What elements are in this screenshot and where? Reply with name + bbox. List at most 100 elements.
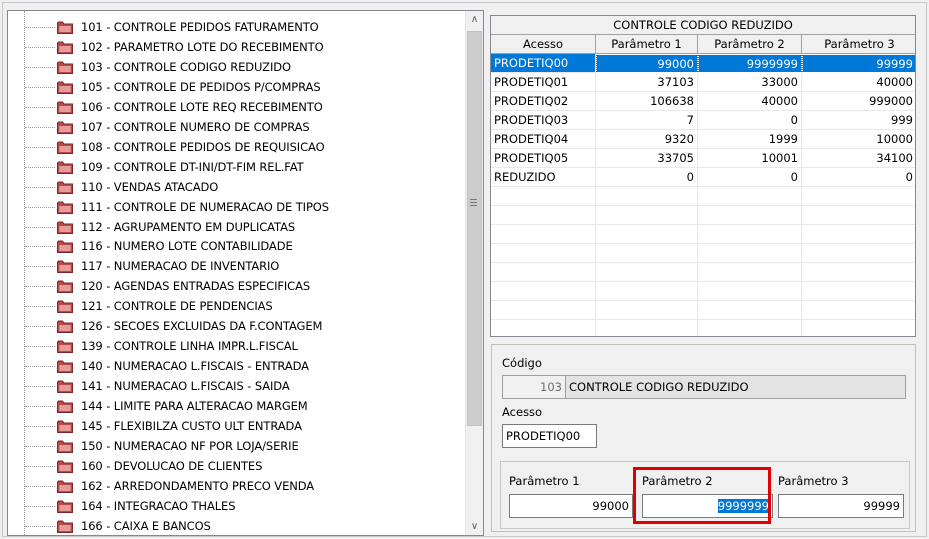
grid-cell-parametro-2[interactable]: 1999 <box>698 130 802 149</box>
grid-cell-acesso[interactable] <box>491 187 596 206</box>
grid-row[interactable]: PRODETIQ01 37103 33000 40000 <box>491 73 915 92</box>
grid-empty-row[interactable] <box>491 206 915 225</box>
grid-row[interactable]: PRODETIQ03 7 0 999 <box>491 111 915 130</box>
grid-cell-parametro-1[interactable]: 106638 <box>596 92 698 111</box>
grid-cell-parametro-1[interactable] <box>596 187 698 206</box>
grid-cell-parametro-2[interactable] <box>698 263 802 282</box>
grid-cell-parametro-1[interactable]: 7 <box>596 111 698 130</box>
grid-cell-parametro-2[interactable]: 40000 <box>698 92 802 111</box>
tree-item[interactable]: 102 - PARAMETRO LOTE DO RECEBIMENTO <box>8 37 465 57</box>
grid-row[interactable]: PRODETIQ04 9320 1999 10000 <box>491 130 915 149</box>
grid-empty-row[interactable] <box>491 301 915 320</box>
grid-empty-row[interactable] <box>491 244 915 263</box>
tree-item[interactable]: 166 - CAIXA E BANCOS <box>8 516 465 535</box>
tree-item[interactable]: 109 - CONTROLE DT-INI/DT-FIM REL.FAT <box>8 157 465 177</box>
grid-cell-acesso[interactable] <box>491 301 596 320</box>
column-header-parametro-3[interactable]: Parâmetro 3 <box>802 35 915 54</box>
tree-item[interactable]: 110 - VENDAS ATACADO <box>8 177 465 197</box>
grid-cell-acesso[interactable] <box>491 263 596 282</box>
grid-cell-parametro-2[interactable] <box>698 320 802 336</box>
grid-cell-acesso[interactable]: PRODETIQ02 <box>491 92 596 111</box>
grid-cell-parametro-3[interactable] <box>802 320 915 336</box>
grid-cell-acesso[interactable] <box>491 282 596 301</box>
grid-cell-parametro-3[interactable] <box>802 301 915 320</box>
parametro-2-field[interactable]: 9999999 <box>642 494 773 518</box>
column-header-parametro-1[interactable]: Parâmetro 1 <box>596 35 698 54</box>
grid-cell-acesso[interactable]: PRODETIQ01 <box>491 73 596 92</box>
tree-item[interactable]: 108 - CONTROLE PEDIDOS DE REQUISICAO <box>8 137 465 157</box>
tree-item[interactable]: 145 - FLEXIBILZA CUSTO ULT ENTRADA <box>8 416 465 436</box>
scroll-down-arrow-icon[interactable]: ∨ <box>466 518 483 535</box>
grid-cell-parametro-1[interactable]: 99000 <box>596 54 698 73</box>
grid-row[interactable]: PRODETIQ00 99000 9999999 99999 <box>491 54 915 73</box>
grid-cell-parametro-3[interactable]: 10000 <box>802 130 915 149</box>
tree-item[interactable]: 121 - CONTROLE DE PENDENCIAS <box>8 296 465 316</box>
tree-item[interactable]: 103 - CONTROLE CODIGO REDUZIDO <box>8 57 465 77</box>
grid-cell-acesso[interactable]: PRODETIQ04 <box>491 130 596 149</box>
grid-cell-parametro-2[interactable] <box>698 225 802 244</box>
column-header-acesso[interactable]: Acesso <box>491 35 596 54</box>
grid-cell-parametro-2[interactable] <box>698 244 802 263</box>
grid-cell-parametro-3[interactable]: 999000 <box>802 92 915 111</box>
parametro-1-field[interactable]: 99000 <box>509 494 633 518</box>
grid-cell-parametro-3[interactable]: 999 <box>802 111 915 130</box>
tree-item[interactable]: 139 - CONTROLE LINHA IMPR.L.FISCAL <box>8 336 465 356</box>
column-header-parametro-2[interactable]: Parâmetro 2 <box>698 35 802 54</box>
grid-cell-parametro-1[interactable]: 37103 <box>596 73 698 92</box>
tree-item[interactable]: 107 - CONTROLE NUMERO DE COMPRAS <box>8 117 465 137</box>
parameter-grid[interactable]: CONTROLE CODIGO REDUZIDO Acesso Parâmetr… <box>490 15 916 337</box>
grid-row[interactable]: REDUZIDO 0 0 0 <box>491 168 915 187</box>
grid-cell-acesso[interactable]: PRODETIQ00 <box>491 54 596 73</box>
grid-cell-parametro-1[interactable] <box>596 263 698 282</box>
grid-cell-acesso[interactable] <box>491 320 596 336</box>
tree-item[interactable]: 140 - NUMERACAO L.FISCAIS - ENTRADA <box>8 356 465 376</box>
grid-cell-parametro-3[interactable] <box>802 282 915 301</box>
grid-empty-row[interactable] <box>491 263 915 282</box>
grid-cell-parametro-2[interactable] <box>698 206 802 225</box>
grid-empty-row[interactable] <box>491 187 915 206</box>
grid-cell-parametro-2[interactable] <box>698 187 802 206</box>
grid-cell-acesso[interactable] <box>491 206 596 225</box>
grid-empty-row[interactable] <box>491 282 915 301</box>
tree-item[interactable]: 111 - CONTROLE DE NUMERACAO DE TIPOS <box>8 197 465 217</box>
grid-cell-parametro-2[interactable]: 0 <box>698 111 802 130</box>
grid-row[interactable]: PRODETIQ02 106638 40000 999000 <box>491 92 915 111</box>
tree-item[interactable]: 101 - CONTROLE PEDIDOS FATURAMENTO <box>8 17 465 37</box>
parametro-3-field[interactable]: 99999 <box>778 494 904 518</box>
grid-cell-parametro-3[interactable] <box>802 225 915 244</box>
grid-cell-parametro-1[interactable] <box>596 244 698 263</box>
grid-cell-parametro-1[interactable]: 0 <box>596 168 698 187</box>
tree-item[interactable]: 141 - NUMERACAO L.FISCAIS - SAIDA <box>8 376 465 396</box>
grid-cell-parametro-3[interactable]: 99999 <box>802 54 915 73</box>
grid-cell-parametro-2[interactable]: 9999999 <box>698 54 802 73</box>
grid-cell-acesso[interactable]: PRODETIQ03 <box>491 111 596 130</box>
grid-cell-parametro-2[interactable] <box>698 301 802 320</box>
grid-cell-parametro-3[interactable]: 0 <box>802 168 915 187</box>
grid-cell-acesso[interactable] <box>491 225 596 244</box>
tree-item[interactable]: 160 - DEVOLUCAO DE CLIENTES <box>8 456 465 476</box>
tree-vertical-scrollbar[interactable]: ∧ ∨ <box>465 11 483 535</box>
tree-item[interactable]: 117 - NUMERACAO DE INVENTARIO <box>8 256 465 276</box>
tree-item[interactable]: 164 - INTEGRACAO THALES <box>8 496 465 516</box>
grid-cell-parametro-2[interactable] <box>698 282 802 301</box>
grid-cell-parametro-3[interactable] <box>802 206 915 225</box>
grid-cell-parametro-3[interactable]: 34100 <box>802 149 915 168</box>
scroll-thumb[interactable] <box>467 31 482 426</box>
grid-cell-acesso[interactable]: PRODETIQ05 <box>491 149 596 168</box>
grid-cell-parametro-3[interactable]: 40000 <box>802 73 915 92</box>
grid-cell-acesso[interactable]: REDUZIDO <box>491 168 596 187</box>
grid-empty-row[interactable] <box>491 320 915 336</box>
grid-cell-parametro-1[interactable] <box>596 282 698 301</box>
grid-cell-parametro-3[interactable] <box>802 244 915 263</box>
grid-cell-parametro-3[interactable] <box>802 263 915 282</box>
grid-cell-parametro-2[interactable]: 10001 <box>698 149 802 168</box>
tree-item[interactable]: 162 - ARREDONDAMENTO PRECO VENDA <box>8 476 465 496</box>
tree-item[interactable]: 150 - NUMERACAO NF POR LOJA/SERIE <box>8 436 465 456</box>
tree-item[interactable]: 144 - LIMITE PARA ALTERACAO MARGEM <box>8 396 465 416</box>
grid-cell-parametro-1[interactable]: 9320 <box>596 130 698 149</box>
grid-cell-acesso[interactable] <box>491 244 596 263</box>
grid-cell-parametro-1[interactable] <box>596 225 698 244</box>
grid-empty-row[interactable] <box>491 225 915 244</box>
grid-cell-parametro-1[interactable] <box>596 301 698 320</box>
grid-cell-parametro-2[interactable]: 33000 <box>698 73 802 92</box>
